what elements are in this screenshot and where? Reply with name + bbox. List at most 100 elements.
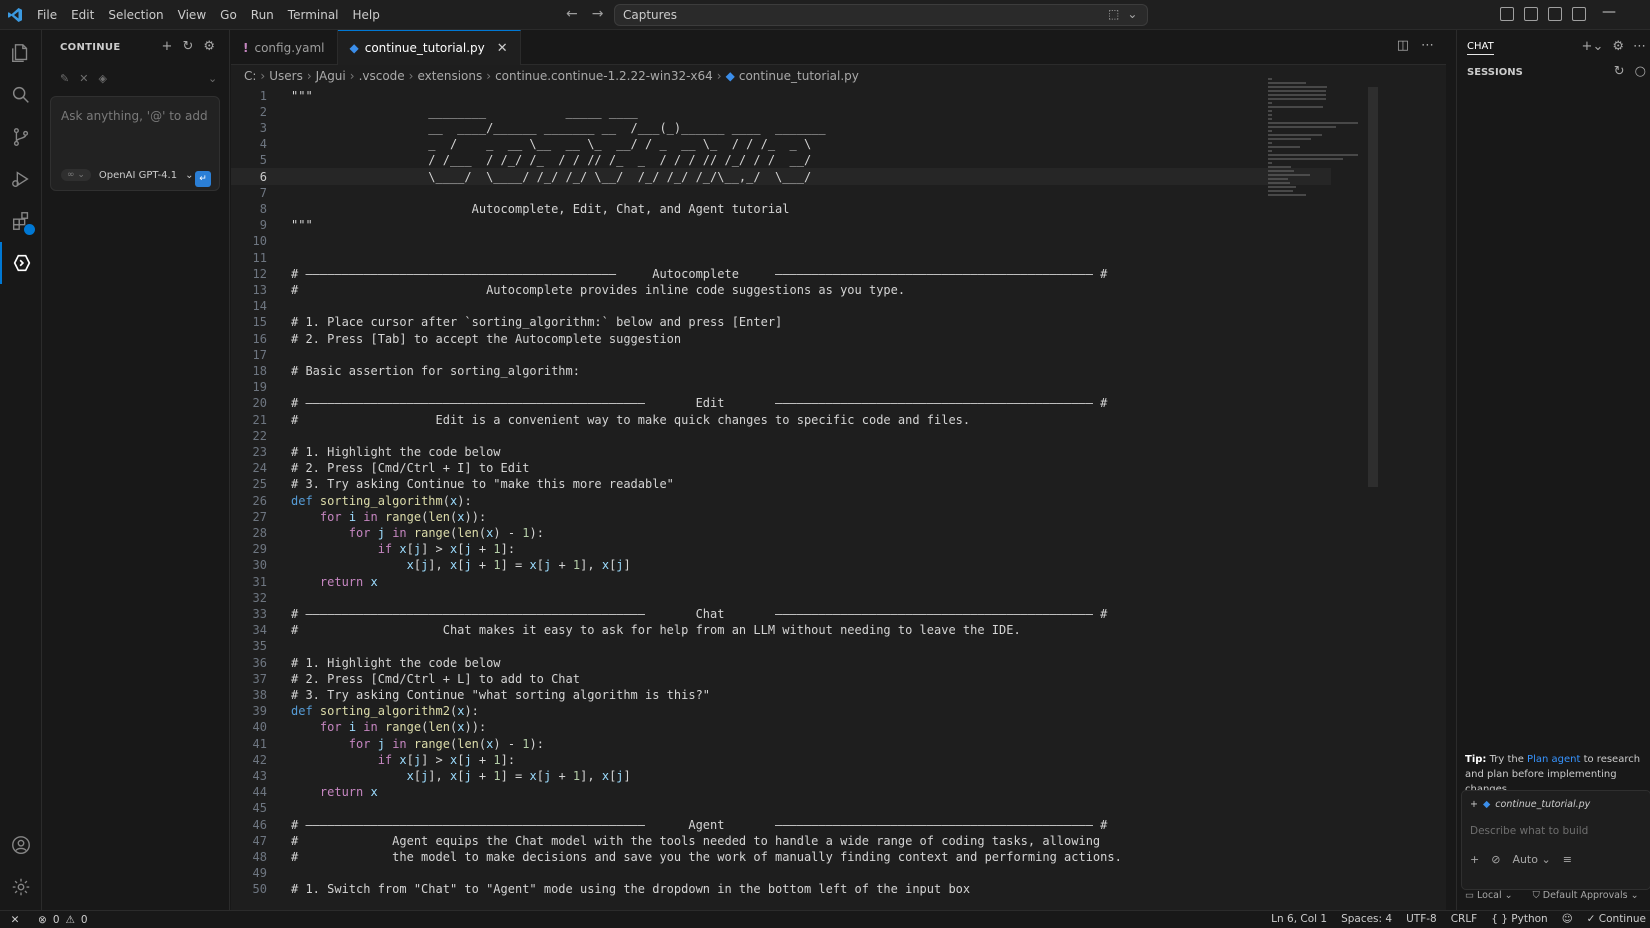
- minimize-window-icon[interactable]: —: [1602, 4, 1616, 20]
- code-line[interactable]: 18 # Basic assertion for sorting_algorith…: [231, 362, 1331, 379]
- menu-edit[interactable]: Edit: [64, 0, 101, 30]
- copilot-icon[interactable]: ☺: [1562, 913, 1573, 925]
- menu-file[interactable]: File: [30, 0, 64, 30]
- code-line[interactable]: 31 return x: [231, 573, 1331, 590]
- search-icon[interactable]: [0, 74, 42, 116]
- source-control-icon[interactable]: [0, 116, 42, 158]
- code-line[interactable]: 30 x[j], x[j + 1] = x[j + 1], x[j]: [231, 557, 1331, 574]
- code-line[interactable]: 44 return x: [231, 784, 1331, 801]
- breadcrumb-item[interactable]: C:: [244, 69, 256, 83]
- mode-toggle-icon[interactable]: ∞ ⌄: [61, 169, 91, 181]
- split-editor-icon[interactable]: ◫: [1397, 38, 1409, 53]
- code-line[interactable]: 1 """: [231, 87, 1331, 104]
- continue-icon[interactable]: [0, 242, 42, 284]
- mode-dropdown[interactable]: Auto ⌄: [1512, 853, 1550, 866]
- code-line[interactable]: 4 _ / _ __ \__ __ \_ __/ / _ __ \_ / / /…: [231, 136, 1331, 153]
- code-line[interactable]: 35: [231, 638, 1331, 655]
- history-icon[interactable]: ↻: [182, 39, 193, 54]
- close-icon[interactable]: ✕: [497, 41, 508, 56]
- menu-go[interactable]: Go: [213, 0, 244, 30]
- code-line[interactable]: 27 for i in range(len(x)):: [231, 508, 1331, 525]
- manage-gear-icon[interactable]: [0, 866, 42, 908]
- code-line[interactable]: 34 # Chat makes it easy to ask for help f…: [231, 622, 1331, 639]
- cursor-position[interactable]: Ln 6, Col 1: [1271, 913, 1327, 925]
- refresh-icon[interactable]: ↻: [1614, 64, 1625, 79]
- tab-config-yaml[interactable]: ! config.yaml: [231, 30, 338, 65]
- code-line[interactable]: 5 / /___ / /_/ /_ / / // /_ _ / / / // /…: [231, 152, 1331, 169]
- command-center[interactable]: Captures: [614, 4, 1148, 26]
- send-icon[interactable]: ↵: [195, 171, 211, 187]
- extensions-icon[interactable]: [0, 200, 42, 242]
- model-selector[interactable]: ∞ ⌄ OpenAI GPT-4.1 ⌄: [61, 169, 193, 181]
- code-line[interactable]: 10: [231, 233, 1331, 250]
- code-line[interactable]: 22: [231, 427, 1331, 444]
- cube-icon[interactable]: ◈: [98, 72, 106, 85]
- breadcrumb-item[interactable]: JAgui: [316, 69, 346, 83]
- chevron-down-icon[interactable]: ⌄: [208, 72, 217, 85]
- breadcrumb-item[interactable]: continue.continue-1.2.22-win32-x64: [495, 69, 713, 83]
- tools-icon[interactable]: ✕: [79, 72, 88, 85]
- breadcrumb-item[interactable]: .vscode: [359, 69, 405, 83]
- code-line[interactable]: 14: [231, 298, 1331, 315]
- back-arrow-icon[interactable]: ←: [566, 6, 578, 22]
- language-mode[interactable]: { } Python: [1491, 913, 1547, 925]
- code-line[interactable]: 38 # 3. Try asking Continue "what sorting…: [231, 686, 1331, 703]
- code-line[interactable]: 45: [231, 800, 1331, 817]
- new-session-icon[interactable]: +: [162, 39, 173, 54]
- code-line[interactable]: 41 for j in range(len(x) - 1):: [231, 735, 1331, 752]
- code-line[interactable]: 47 # Agent equips the Chat model with the…: [231, 832, 1331, 849]
- continue-status[interactable]: ✓ Continue: [1587, 913, 1646, 925]
- attach-icon[interactable]: ⊘: [1491, 853, 1500, 866]
- code-line[interactable]: 23 # 1. Highlight the code below: [231, 443, 1331, 460]
- run-debug-icon[interactable]: [0, 158, 42, 200]
- code-line[interactable]: 37 # 2. Press [Cmd/Ctrl + L] to add to Ch…: [231, 670, 1331, 687]
- toggle-primary-sidebar-icon[interactable]: [1524, 7, 1538, 21]
- add-icon[interactable]: +: [1470, 853, 1479, 866]
- code-line[interactable]: 11: [231, 249, 1331, 266]
- encoding[interactable]: UTF-8: [1406, 913, 1437, 925]
- code-line[interactable]: 32: [231, 589, 1331, 606]
- editor-scrollbar[interactable]: [1368, 87, 1378, 487]
- settings-gear-icon[interactable]: ⚙: [1612, 39, 1624, 54]
- code-line[interactable]: 39 def sorting_algorithm2(x):: [231, 703, 1331, 720]
- minimap[interactable]: [1268, 76, 1368, 196]
- code-line[interactable]: 48 # the model to make decisions and save…: [231, 848, 1331, 865]
- code-editor[interactable]: 1 """ 2 ________ _____ ____ 3 __ ____/_____…: [231, 87, 1431, 910]
- code-line[interactable]: 3 __ ____/______ _______ __ /___(_)_____…: [231, 119, 1331, 136]
- toggle-secondary-sidebar-icon[interactable]: [1572, 7, 1586, 21]
- new-chat-icon[interactable]: +⌄: [1582, 39, 1604, 54]
- code-line[interactable]: 28 for j in range(len(x) - 1):: [231, 524, 1331, 541]
- chat-panel-title[interactable]: CHAT: [1467, 41, 1494, 55]
- add-context-icon[interactable]: +: [1470, 799, 1478, 810]
- code-line[interactable]: 17: [231, 346, 1331, 363]
- approvals-dropdown[interactable]: ⛉ Default Approvals ⌄: [1533, 890, 1639, 901]
- menu-terminal[interactable]: Terminal: [281, 0, 346, 30]
- code-line[interactable]: 20 # ————————————————————————————————————…: [231, 395, 1331, 412]
- menu-view[interactable]: View: [171, 0, 213, 30]
- remote-icon[interactable]: ✕: [0, 911, 30, 928]
- code-line[interactable]: 49: [231, 865, 1331, 882]
- context-chip[interactable]: + ◆ continue_tutorial.py: [1470, 799, 1590, 810]
- code-line[interactable]: 6 \____/ \____/ /_/ /_/ \__/ /_/ /_/ /_/…: [231, 168, 1331, 185]
- code-line[interactable]: 50 # 1. Switch from "Chat" to "Agent" mod…: [231, 881, 1331, 898]
- indentation[interactable]: Spaces: 4: [1341, 913, 1392, 925]
- menu-help[interactable]: Help: [346, 0, 387, 30]
- agent-input[interactable]: + ◆ continue_tutorial.py Describe what t…: [1461, 790, 1650, 890]
- customize-layout-icon[interactable]: [1500, 7, 1514, 21]
- account-icon[interactable]: [0, 824, 42, 866]
- code-line[interactable]: 40 for i in range(len(x)):: [231, 719, 1331, 736]
- menu-selection[interactable]: Selection: [101, 0, 170, 30]
- more-actions-icon[interactable]: ⋯: [1633, 39, 1646, 54]
- tab-continue-tutorial[interactable]: ◆ continue_tutorial.py ✕: [337, 30, 521, 65]
- more-actions-icon[interactable]: ⋯: [1421, 38, 1434, 53]
- code-line[interactable]: 43 x[j], x[j + 1] = x[j + 1], x[j]: [231, 767, 1331, 784]
- code-line[interactable]: 26 def sorting_algorithm(x):: [231, 492, 1331, 509]
- code-line[interactable]: 21 # Edit is a convenient way to make qui…: [231, 411, 1331, 428]
- code-line[interactable]: 25 # 3. Try asking Continue to "make this…: [231, 476, 1331, 493]
- code-line[interactable]: 13 # Autocomplete provides inline code su…: [231, 281, 1331, 298]
- explorer-icon[interactable]: [0, 32, 42, 74]
- breadcrumb-item[interactable]: continue_tutorial.py: [739, 69, 859, 83]
- line-ending[interactable]: CRLF: [1451, 913, 1478, 925]
- chat-bubble-icon[interactable]: ⬚: [1108, 7, 1119, 21]
- chat-input[interactable]: Ask anything, '@' to add context ∞ ⌄ Ope…: [50, 96, 220, 191]
